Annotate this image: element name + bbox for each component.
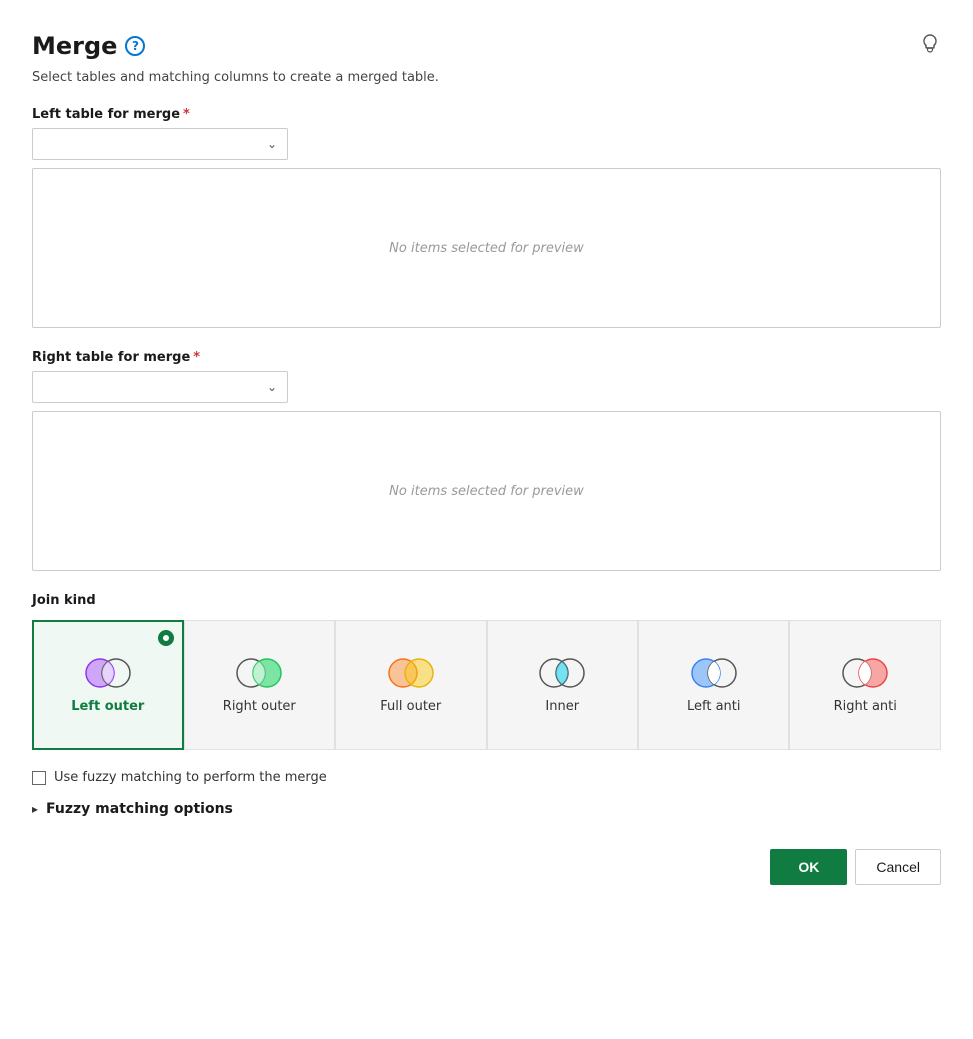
join-card-left-anti[interactable]: Left anti — [638, 620, 789, 750]
join-card-full-outer[interactable]: Full outer — [335, 620, 486, 750]
venn-full-outer-icon — [381, 655, 441, 691]
fuzzy-matching-checkbox[interactable] — [32, 771, 46, 785]
left-table-label: Left table for merge* — [32, 107, 941, 122]
join-card-right-anti-label: Right anti — [834, 699, 897, 716]
right-table-dropdown[interactable]: ⌄ — [32, 371, 288, 403]
right-table-chevron-icon: ⌄ — [267, 380, 277, 394]
fuzzy-options-label: Fuzzy matching options — [46, 801, 233, 817]
join-kind-options: Left outer Right outer Full outer — [32, 620, 941, 750]
venn-right-outer-icon — [229, 655, 289, 691]
join-kind-label: Join kind — [32, 593, 941, 608]
ok-button[interactable]: OK — [770, 849, 847, 885]
cancel-button[interactable]: Cancel — [855, 849, 941, 885]
join-card-left-outer-label: Left outer — [71, 699, 144, 716]
left-table-chevron-icon: ⌄ — [267, 137, 277, 151]
fuzzy-options-row[interactable]: ▸ Fuzzy matching options — [32, 801, 941, 817]
venn-left-outer-icon — [78, 655, 138, 691]
right-table-preview: No items selected for preview — [32, 411, 941, 571]
join-card-inner-label: Inner — [545, 699, 579, 716]
left-table-dropdown[interactable]: ⌄ — [32, 128, 288, 160]
selected-indicator — [158, 630, 174, 646]
join-card-right-outer-label: Right outer — [223, 699, 296, 716]
join-card-full-outer-label: Full outer — [380, 699, 441, 716]
join-card-right-outer[interactable]: Right outer — [184, 620, 335, 750]
venn-right-anti-icon — [835, 655, 895, 691]
join-card-right-anti[interactable]: Right anti — [789, 620, 940, 750]
lightbulb-icon[interactable] — [919, 33, 941, 60]
left-table-preview: No items selected for preview — [32, 168, 941, 328]
subtitle: Select tables and matching columns to cr… — [32, 70, 941, 85]
join-card-left-anti-label: Left anti — [687, 699, 741, 716]
page-title: Merge — [32, 32, 117, 60]
join-card-inner[interactable]: Inner — [487, 620, 638, 750]
join-card-left-outer[interactable]: Left outer — [32, 620, 184, 750]
chevron-right-icon: ▸ — [32, 802, 38, 816]
venn-inner-icon — [532, 655, 592, 691]
footer-buttons: OK Cancel — [32, 849, 941, 885]
fuzzy-matching-label: Use fuzzy matching to perform the merge — [54, 770, 327, 785]
help-icon[interactable]: ? — [125, 36, 145, 56]
venn-left-anti-icon — [684, 655, 744, 691]
fuzzy-matching-row: Use fuzzy matching to perform the merge — [32, 770, 941, 785]
right-table-label: Right table for merge* — [32, 350, 941, 365]
